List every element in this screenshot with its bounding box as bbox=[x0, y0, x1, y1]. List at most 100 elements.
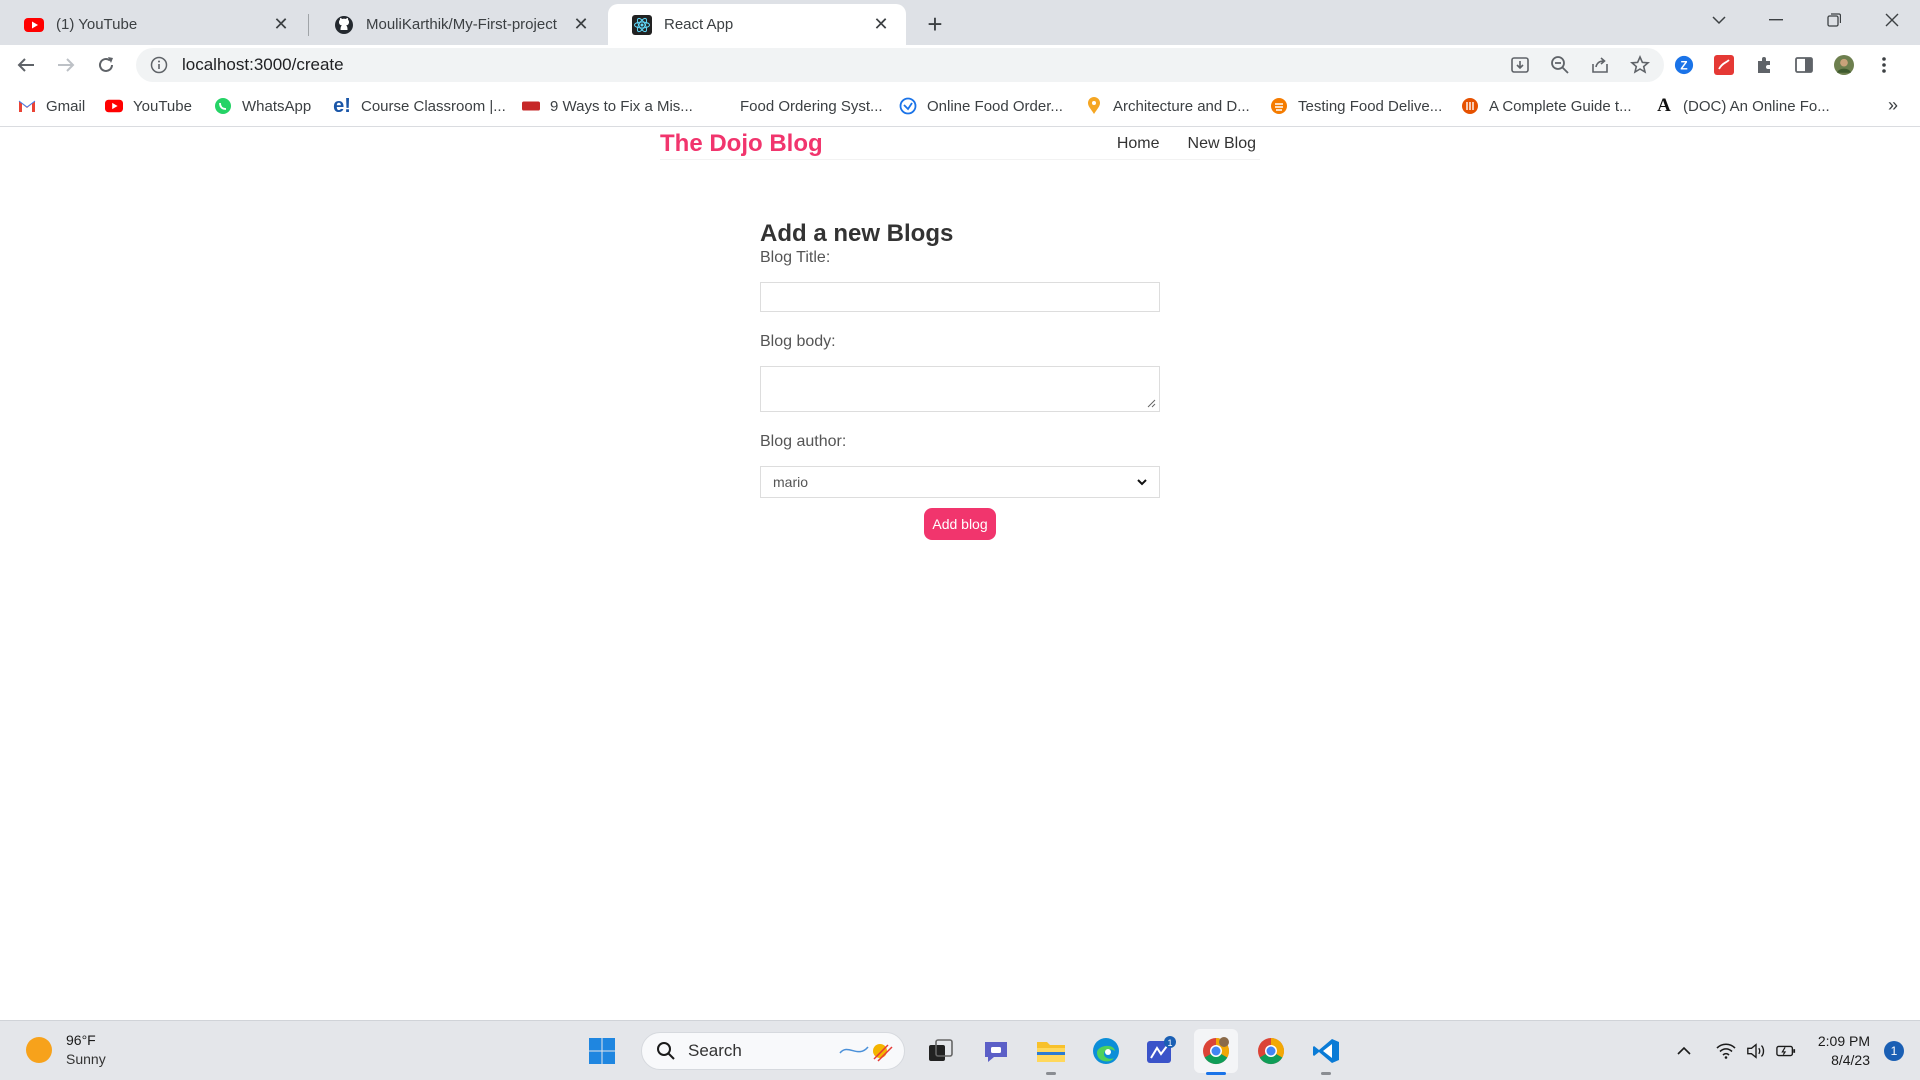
blog-title-input[interactable] bbox=[760, 282, 1160, 312]
chevron-down-icon bbox=[1712, 16, 1726, 25]
bookmark-whatsapp[interactable]: WhatsApp bbox=[214, 95, 311, 117]
bookmark-star-icon[interactable] bbox=[1630, 55, 1650, 75]
pdf-extension-icon[interactable] bbox=[1714, 55, 1734, 75]
bookmark-label: WhatsApp bbox=[242, 97, 312, 115]
pin-icon bbox=[1085, 97, 1103, 115]
start-button[interactable] bbox=[580, 1029, 624, 1073]
tab-title: MouliKarthik/My-First-project bbox=[366, 16, 557, 33]
nav-link-new-blog[interactable]: New Blog bbox=[1188, 135, 1256, 153]
vscode-button[interactable] bbox=[1304, 1029, 1348, 1075]
gmail-icon bbox=[18, 97, 36, 115]
chrome-button[interactable] bbox=[1249, 1029, 1293, 1073]
running-indicator bbox=[1046, 1072, 1056, 1075]
windows-taskbar: 96°F Sunny Search 1 2:09 PM 8/4/23 1 bbox=[0, 1020, 1920, 1080]
bookmark-complete-guide[interactable]: A Complete Guide t... bbox=[1461, 95, 1632, 117]
close-icon[interactable]: ✕ bbox=[870, 14, 892, 36]
new-tab-button[interactable]: + bbox=[919, 8, 951, 40]
nav-link-home[interactable]: Home bbox=[1117, 135, 1160, 153]
restore-button[interactable] bbox=[1808, 0, 1860, 40]
chrome-icon bbox=[1258, 1038, 1285, 1065]
info-icon[interactable] bbox=[150, 56, 168, 74]
url-text[interactable]: localhost:3000/create bbox=[182, 55, 344, 75]
minimize-icon bbox=[1769, 19, 1783, 21]
whatsapp-icon bbox=[214, 97, 232, 115]
wifi-icon[interactable] bbox=[1716, 1041, 1736, 1061]
close-icon[interactable]: ✕ bbox=[570, 14, 592, 36]
bookmark-food-ordering[interactable]: Food Ordering Syst... bbox=[740, 95, 883, 117]
back-button[interactable] bbox=[10, 49, 42, 81]
bookmark-gmail[interactable]: Gmail bbox=[18, 95, 85, 117]
teams-chat-button[interactable] bbox=[974, 1029, 1018, 1073]
blog-body-textarea[interactable] bbox=[760, 366, 1160, 412]
bookmark-online-food[interactable]: Online Food Order... bbox=[899, 95, 1063, 117]
arrow-left-icon bbox=[17, 58, 34, 72]
address-bar[interactable]: localhost:3000/create bbox=[136, 48, 1664, 82]
bookmark-label: Course Classroom |... bbox=[361, 97, 506, 115]
bookmark-youtube[interactable]: YouTube bbox=[105, 95, 192, 117]
article-icon bbox=[522, 97, 540, 115]
more-bookmarks-button[interactable]: » bbox=[1888, 95, 1898, 116]
bookmark-9-ways[interactable]: 9 Ways to Fix a Mis... bbox=[522, 95, 693, 117]
zoom-icon[interactable] bbox=[1550, 55, 1570, 75]
globe-icon bbox=[899, 97, 917, 115]
taskbar-search[interactable]: Search bbox=[641, 1032, 905, 1070]
task-view-icon bbox=[929, 1039, 953, 1061]
tab-youtube[interactable]: (1) YouTube ✕ bbox=[0, 4, 306, 45]
clock-time: 2:09 PM bbox=[1817, 1033, 1870, 1049]
reload-button[interactable] bbox=[90, 49, 122, 81]
close-icon[interactable]: ✕ bbox=[270, 14, 292, 36]
volume-icon[interactable] bbox=[1746, 1041, 1766, 1061]
search-icon bbox=[657, 1042, 675, 1060]
bookmark-label: Testing Food Delive... bbox=[1298, 97, 1443, 115]
clock[interactable]: 2:09 PM 8/4/23 bbox=[1818, 1032, 1870, 1070]
profile-avatar-icon[interactable] bbox=[1834, 55, 1854, 75]
search-highlight-icon bbox=[839, 1044, 893, 1062]
create-blog-form: Add a new Blogs Blog Title: Blog body: B… bbox=[760, 220, 1160, 540]
folder-icon bbox=[1037, 1042, 1065, 1062]
bookmark-label: Food Ordering Syst... bbox=[740, 97, 883, 115]
chrome-active-button[interactable] bbox=[1194, 1029, 1238, 1075]
food-icon bbox=[1270, 97, 1288, 115]
task-view-button[interactable] bbox=[919, 1029, 963, 1073]
tab-divider bbox=[308, 14, 309, 36]
blog-navbar: The Dojo Blog Home New Blog bbox=[660, 128, 1260, 160]
menu-kebab-icon[interactable] bbox=[1874, 55, 1894, 75]
tab-react-app[interactable]: React App ✕ bbox=[608, 4, 906, 45]
bookmark-label: 9 Ways to Fix a Mis... bbox=[550, 97, 693, 115]
academia-icon: A bbox=[1657, 95, 1671, 116]
minimize-button[interactable] bbox=[1750, 0, 1802, 40]
tab-search-button[interactable] bbox=[1693, 0, 1745, 40]
bookmark-doc-online[interactable]: A (DOC) An Online Fo... bbox=[1655, 95, 1830, 117]
install-app-icon[interactable] bbox=[1510, 55, 1530, 75]
windows-logo-icon bbox=[589, 1038, 615, 1064]
tab-github[interactable]: MouliKarthik/My-First-project ✕ bbox=[310, 4, 606, 45]
battery-icon[interactable] bbox=[1776, 1041, 1796, 1061]
zoom-extension-icon[interactable]: Z bbox=[1674, 55, 1694, 75]
weather-widget[interactable]: 96°F Sunny bbox=[26, 1031, 106, 1069]
bookmark-course-classroom[interactable]: e! Course Classroom |... bbox=[333, 95, 506, 117]
tab-title: React App bbox=[664, 16, 734, 33]
vscode-icon bbox=[1313, 1039, 1339, 1063]
bookmark-architecture[interactable]: Architecture and D... bbox=[1085, 95, 1250, 117]
edge-icon bbox=[1093, 1038, 1119, 1064]
extensions-puzzle-icon[interactable] bbox=[1754, 55, 1774, 75]
resize-grip-icon[interactable] bbox=[1147, 399, 1156, 408]
notification-badge[interactable]: 1 bbox=[1884, 1041, 1904, 1061]
edge-button[interactable] bbox=[1084, 1029, 1128, 1073]
bookmark-testing-food[interactable]: Testing Food Delive... bbox=[1270, 95, 1442, 117]
close-window-button[interactable] bbox=[1866, 0, 1918, 40]
file-explorer-button[interactable] bbox=[1029, 1029, 1073, 1075]
react-icon bbox=[632, 14, 652, 35]
side-panel-icon[interactable] bbox=[1794, 55, 1814, 75]
bookmark-label: YouTube bbox=[133, 97, 192, 115]
forward-button[interactable] bbox=[50, 49, 82, 81]
whiteboard-button[interactable]: 1 bbox=[1139, 1029, 1183, 1073]
share-icon[interactable] bbox=[1590, 55, 1610, 75]
browser-toolbar: localhost:3000/create Z bbox=[0, 45, 1920, 85]
reload-icon bbox=[99, 57, 113, 72]
blog-author-select[interactable]: mario bbox=[760, 466, 1160, 498]
chat-icon bbox=[985, 1042, 1007, 1062]
bookmark-label: A Complete Guide t... bbox=[1489, 97, 1632, 115]
chevron-up-icon[interactable] bbox=[1674, 1041, 1694, 1061]
add-blog-button[interactable]: Add blog bbox=[924, 508, 996, 540]
